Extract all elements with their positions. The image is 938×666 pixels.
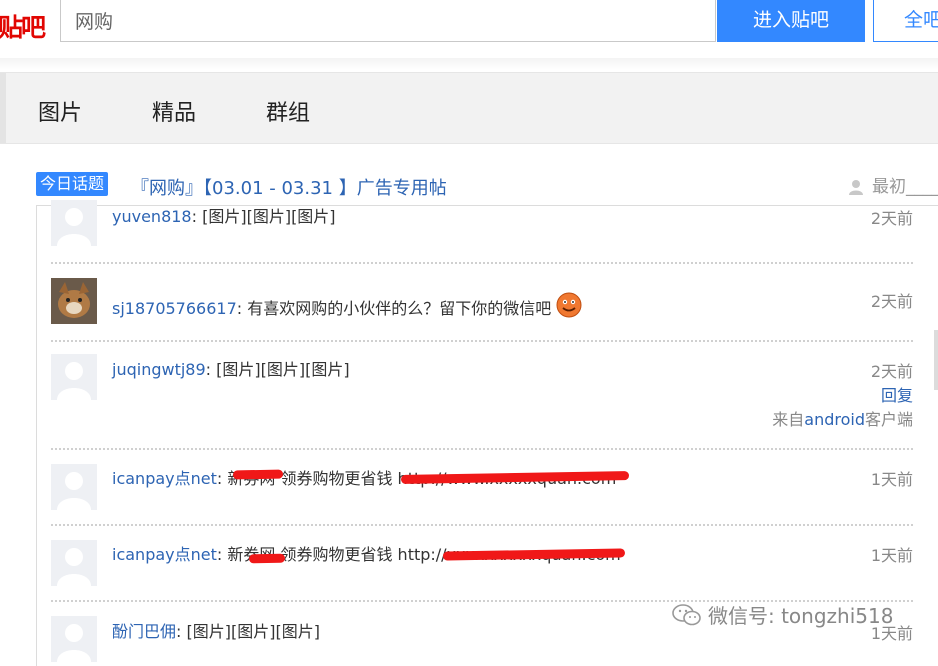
post-time: 2天前	[870, 362, 913, 381]
default-avatar-icon	[51, 354, 97, 400]
all-forums-button[interactable]: 全吧	[873, 0, 938, 42]
post-username[interactable]: icanpay点net	[112, 545, 217, 564]
person-icon	[849, 180, 863, 195]
topic-author-label: 最初____	[872, 177, 938, 197]
post-content[interactable]: 有喜欢网购的小伙伴的么？留下你的微信吧	[247, 299, 551, 318]
nav-left-edge	[0, 73, 6, 143]
post-username[interactable]: 酚门巴佣	[112, 622, 176, 641]
nav-tab-groups[interactable]: 群组	[266, 95, 310, 127]
post-source: 来自android客户端	[772, 406, 913, 430]
row-divider	[51, 448, 913, 450]
source-android-link[interactable]: android	[804, 410, 865, 429]
search-input[interactable]	[73, 0, 677, 41]
post-time: 2天前	[870, 292, 913, 311]
post-username[interactable]: sj18705766617	[112, 299, 237, 318]
nav-tab-pictures[interactable]: 图片	[38, 95, 82, 127]
post-line: yuven818: [图片][图片][图片]	[112, 203, 336, 227]
post-line: juqingwtj89: [图片][图片][图片]	[112, 356, 350, 380]
post-time: 2天前	[870, 209, 913, 228]
post-line: 酚门巴佣: [图片][图片][图片]	[112, 618, 320, 642]
redaction-mark	[248, 553, 286, 564]
topic-title-link[interactable]: 『网购』【03.01 - 03.31 】广告专用帖	[131, 174, 447, 200]
wechat-watermark: 微信号: tongzhi518	[672, 600, 893, 629]
row-divider	[51, 340, 913, 342]
redaction-mark	[232, 469, 284, 480]
source-suffix: 客户端	[864, 410, 913, 429]
post-separator: :	[191, 207, 203, 226]
avatar[interactable]	[51, 540, 97, 586]
header-shadow	[0, 58, 938, 70]
post-content[interactable]: [图片][图片][图片]	[216, 360, 349, 379]
today-topic: 今日话题 『网购』【03.01 - 03.31 】广告专用帖 最初____	[36, 170, 938, 200]
source-prefix: 来自	[772, 410, 805, 429]
default-avatar-icon	[51, 200, 97, 246]
default-avatar-icon	[51, 540, 97, 586]
watermark-text: 微信号: tongzhi518	[708, 604, 894, 628]
row-divider	[51, 524, 913, 526]
enter-forum-button[interactable]: 进入贴吧	[717, 0, 865, 42]
reply-link[interactable]: 回复	[881, 382, 913, 406]
avatar[interactable]	[51, 200, 97, 246]
post-username[interactable]: juqingwtj89	[112, 360, 206, 379]
post-time: 1天前	[870, 546, 913, 565]
default-avatar-icon	[51, 464, 97, 510]
post-content[interactable]: [图片][图片][图片]	[187, 622, 320, 641]
post-username[interactable]: yuven818	[112, 207, 192, 226]
today-topic-badge: 今日话题	[36, 172, 109, 196]
post-time: 1天前	[870, 470, 913, 489]
forum-nav: 图片 精品 群组	[0, 72, 938, 144]
post-separator: :	[205, 360, 217, 379]
scrollbar[interactable]	[934, 330, 938, 390]
top-search-bar: 贴吧 进入贴吧 全吧	[0, 0, 938, 62]
post-list: yuven818: [图片][图片][图片] 2天前 sj18705766617…	[36, 200, 938, 666]
post-username[interactable]: icanpay点net	[112, 469, 217, 488]
dog-photo-avatar	[51, 278, 97, 324]
nav-tab-featured[interactable]: 精品	[152, 95, 196, 127]
post-separator: :	[216, 545, 228, 564]
avatar[interactable]	[51, 354, 97, 400]
avatar[interactable]	[51, 616, 97, 662]
post-separator: :	[216, 469, 228, 488]
avatar[interactable]	[51, 278, 97, 324]
wechat-icon	[672, 604, 701, 626]
row-divider	[51, 262, 913, 264]
post-separator: :	[176, 622, 187, 641]
search-box[interactable]	[60, 0, 716, 42]
default-avatar-icon	[51, 616, 97, 662]
post-content[interactable]: [图片][图片][图片]	[202, 207, 335, 226]
avatar[interactable]	[51, 464, 97, 510]
topic-author[interactable]: 最初____	[848, 172, 938, 197]
tieba-logo[interactable]: 贴吧	[0, 8, 48, 48]
post-line: sj18705766617: 有喜欢网购的小伙伴的么？留下你的微信吧	[112, 292, 582, 319]
post-separator: :	[236, 299, 248, 318]
smiley-face-icon	[556, 292, 582, 318]
